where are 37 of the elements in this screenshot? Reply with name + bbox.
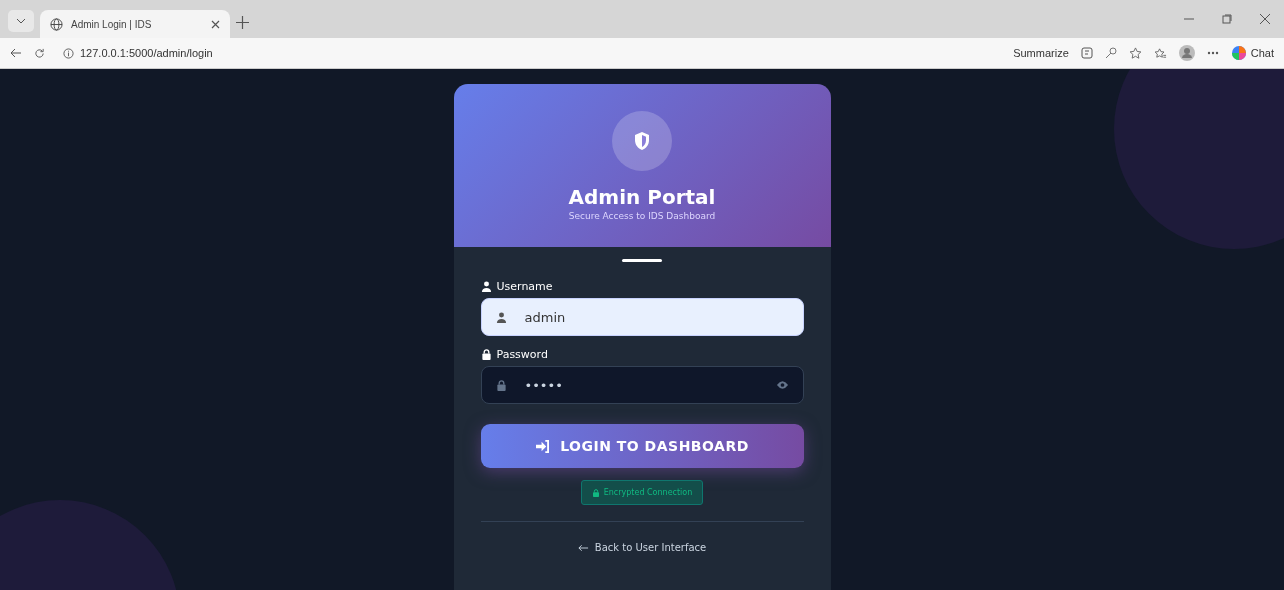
portal-title: Admin Portal: [568, 185, 716, 209]
user-icon: [480, 281, 492, 292]
lock-icon: [495, 379, 507, 391]
back-arrow-icon[interactable]: [10, 48, 22, 58]
left-arrow-icon: [577, 543, 589, 552]
favorites-icon[interactable]: [1153, 46, 1167, 60]
field-label: Username: [496, 280, 553, 293]
chat-button[interactable]: Chat: [1230, 45, 1274, 61]
profile-avatar-icon[interactable]: [1178, 45, 1195, 61]
text-field[interactable]: admin: [480, 298, 804, 336]
lock-icon: [480, 349, 492, 360]
user-icon: [495, 311, 507, 323]
shield-icon: [633, 131, 651, 151]
star-icon[interactable]: [1128, 46, 1142, 60]
close-icon[interactable]: [211, 19, 220, 29]
new-tab-icon[interactable]: [236, 16, 249, 29]
globe-icon: [50, 17, 63, 31]
tab-title: Admin Login | IDS: [71, 18, 153, 30]
lock-icon: [591, 488, 600, 497]
info-icon: [63, 47, 74, 59]
portal-subtitle: Secure Access to IDS Dashboard: [568, 211, 716, 221]
reload-icon[interactable]: [34, 47, 45, 59]
field-label: Password: [496, 348, 548, 361]
more-icon[interactable]: [1206, 51, 1219, 55]
chevron-down-icon: [16, 18, 26, 24]
encryption-badge: Encrypted Connection: [580, 480, 704, 505]
login-button[interactable]: LOGIN TO DASHBOARD: [480, 424, 804, 468]
eye-icon[interactable]: [775, 380, 789, 390]
browser-tab[interactable]: Admin Login | IDS: [40, 10, 230, 38]
password-field[interactable]: •••••: [480, 366, 804, 404]
sign-in-icon: [535, 439, 551, 453]
back-link[interactable]: Back to User Interface: [577, 542, 707, 553]
restore-icon[interactable]: [1222, 14, 1232, 24]
close-icon[interactable]: [1260, 14, 1270, 24]
summarize-button[interactable]: Summarize: [1013, 47, 1069, 59]
address-bar[interactable]: 127.0.0.1:5000/admin/login: [57, 45, 219, 61]
copilot-icon: [1230, 45, 1247, 61]
